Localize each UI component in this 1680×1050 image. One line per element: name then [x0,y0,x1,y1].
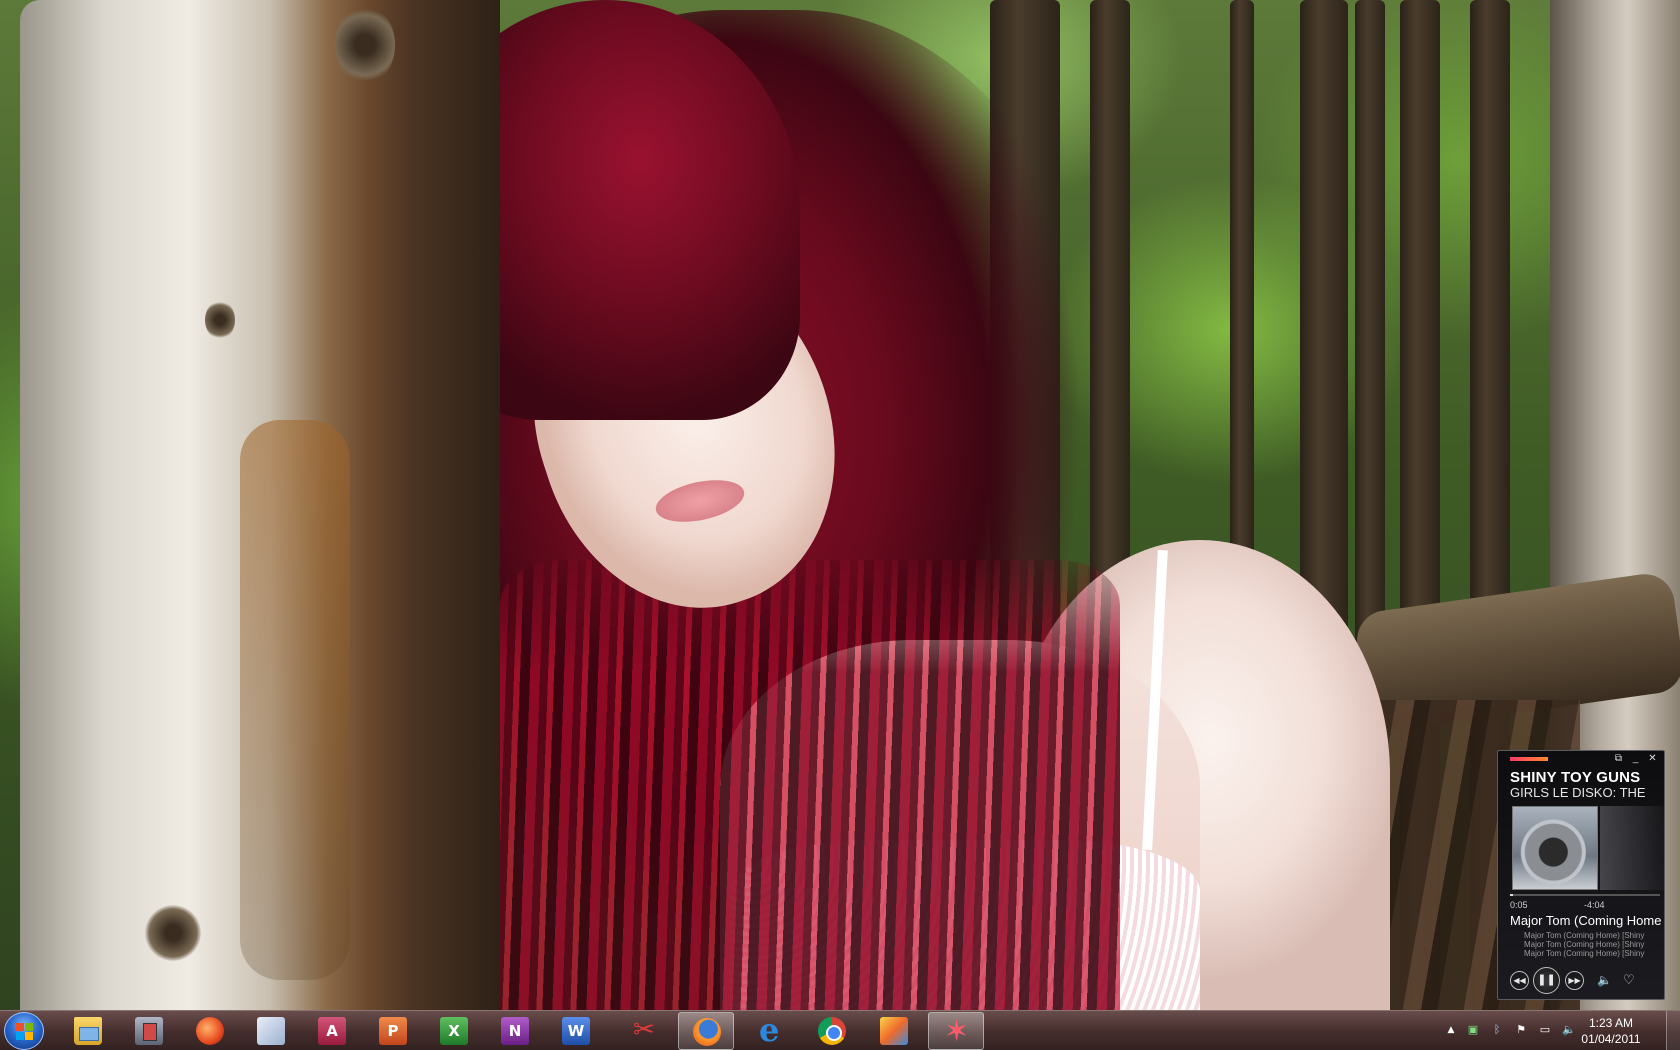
left-tree-trunk [20,0,500,1010]
show-desktop-button[interactable] [1666,1011,1680,1050]
compact-mode-icon[interactable]: ⧉ [1613,753,1624,764]
heart-icon[interactable]: ♡ [1623,972,1635,988]
taskbar-paint-button[interactable] [866,1012,922,1050]
hair-strands [500,560,1120,1010]
onenote-glyph: N [508,1022,522,1040]
taskbar-zune-button[interactable] [182,1012,238,1050]
remaining-time: -4:04 [1584,900,1605,910]
elapsed-time: 0:05 [1510,900,1528,910]
volume-icon[interactable]: 🔈 [1597,973,1612,987]
taskbar-excel-button[interactable]: X [426,1012,482,1050]
queue-item[interactable]: Major Tom (Coming Home) [Shiny [1524,940,1664,949]
excel-glyph: X [448,1022,460,1040]
taskbar-star-app-button[interactable] [928,1012,984,1050]
scissors-icon [631,1015,659,1045]
taskbar-ie-button[interactable] [741,1011,797,1050]
zune-icon [196,1017,224,1045]
clock[interactable]: 1:23 AM 01/04/2011 [1576,1015,1646,1047]
media-icon [135,1017,163,1045]
taskbar-onenote-button[interactable]: N [487,1012,543,1050]
media-player-gadget: ⧉ _ ✕ SHINY TOY GUNS GIRLS LE DISKO: THE… [1497,750,1665,1000]
access-glyph: A [326,1022,338,1040]
network-icon[interactable]: ▣ [1466,1023,1480,1037]
action-center-flag-icon[interactable]: ⚑ [1514,1023,1528,1037]
taskbar-access-button[interactable]: A [304,1012,360,1050]
chrome-icon [818,1017,846,1045]
album-art[interactable] [1512,806,1598,890]
show-hidden-icons-arrow[interactable]: ▲ [1444,1023,1458,1037]
tree-knot [205,300,235,340]
onenote-icon: N [501,1017,529,1045]
taskbar-lync-button[interactable] [243,1012,299,1050]
up-next-list: Major Tom (Coming Home) [Shiny Major Tom… [1524,931,1664,958]
taskbar-word-button[interactable]: W [548,1012,604,1050]
firefox-icon [693,1018,721,1046]
tree-knot [145,905,201,961]
now-playing-title: Major Tom (Coming Home [1510,913,1662,928]
ie-icon [755,1011,783,1049]
powerpoint-glyph: P [387,1022,399,1040]
tree-knot [335,5,395,85]
taskbar-media-center-button[interactable] [121,1012,177,1050]
excel-icon: X [440,1017,468,1045]
previous-track-icon[interactable]: ◀◀ [1510,971,1529,990]
clock-time: 1:23 AM [1588,1016,1634,1030]
star-icon [943,1014,971,1049]
taskbar-powerpoint-button[interactable]: P [365,1012,421,1050]
next-track-icon[interactable]: ▶▶ [1565,971,1584,990]
taskbar: A P X N W ▲ ▣ ᛒ ⚑ ▭ 🔈 1:23 AM 01/04/2011 [0,1010,1680,1050]
queue-item[interactable]: Major Tom (Coming Home) [Shiny [1524,949,1664,958]
word-glyph: W [567,1022,585,1040]
powerpoint-icon: P [379,1017,407,1045]
paint-icon [880,1017,908,1045]
taskbar-snipping-tool-button[interactable] [617,1012,673,1050]
power-icon[interactable]: ▭ [1538,1023,1552,1037]
album-title: GIRLS LE DISKO: THE [1510,785,1646,800]
seek-bar[interactable] [1510,894,1660,896]
bluetooth-icon[interactable]: ᛒ [1490,1023,1504,1037]
seek-progress [1510,894,1513,896]
playback-controls: ◀◀ ❚❚ ▶▶ 🔈 ♡ [1510,967,1660,994]
accent-bar [1510,757,1548,761]
clock-date: 01/04/2011 [1581,1032,1641,1046]
access-icon: A [318,1017,346,1045]
lync-icon [257,1017,285,1045]
desktop-wallpaper [0,0,1680,1010]
taskbar-firefox-button[interactable] [678,1012,734,1050]
taskbar-explorer-button[interactable] [60,1012,116,1050]
windows-logo-icon [16,1023,34,1041]
artist-name: SHINY TOY GUNS [1510,769,1641,786]
folder-icon [74,1017,102,1045]
volume-icon[interactable]: 🔈 [1562,1023,1576,1037]
pause-button[interactable]: ❚❚ [1533,967,1560,994]
start-button[interactable] [4,1012,44,1050]
taskbar-chrome-button[interactable] [804,1012,860,1050]
queue-item[interactable]: Major Tom (Coming Home) [Shiny [1524,931,1664,940]
album-art-preview [1600,806,1664,890]
close-icon[interactable]: ✕ [1647,753,1658,764]
minimize-icon[interactable]: _ [1630,753,1641,764]
gadget-window-controls: ⧉ _ ✕ [1613,753,1658,764]
word-icon: W [562,1017,590,1045]
